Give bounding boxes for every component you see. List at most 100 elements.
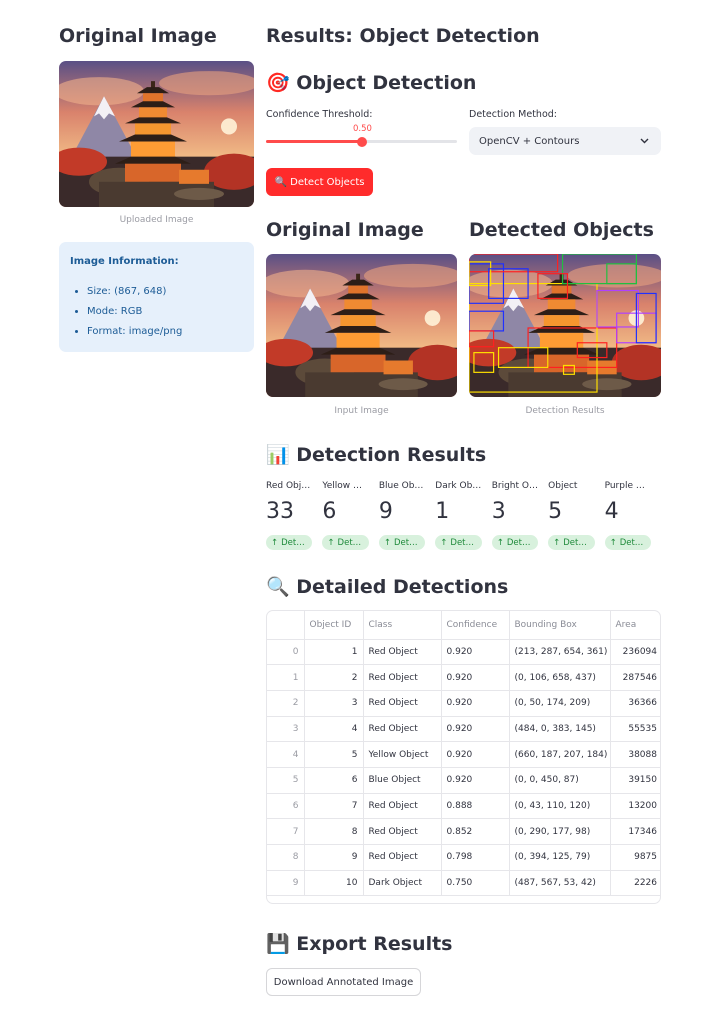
table-row[interactable]: 7 8 Red Object 0.852 (0, 290, 177, 98) 17346 [267,818,660,845]
table-cell[interactable]: 36366 [610,690,660,717]
table-cell[interactable]: 0.920 [441,664,510,691]
table-cell[interactable]: Red Object [363,844,442,871]
method-select-value: OpenCV + Contours [479,135,580,147]
col-bounding-box[interactable]: Bounding Box [509,611,611,640]
table-cell[interactable]: Red Object [363,818,442,845]
col-area[interactable]: Area [610,611,660,640]
table-cell[interactable]: (213, 287, 654, 361) [509,639,611,666]
table-cell[interactable]: 0.798 [441,844,510,871]
table-cell[interactable]: (487, 567, 53, 42) [509,870,611,897]
table-row[interactable]: 0 1 Red Object 0.920 (213, 287, 654, 361) 236… [267,639,660,666]
table-cell[interactable]: 6 [304,767,364,794]
table-cell[interactable]: 38088 [610,741,660,768]
table-cell[interactable]: (0, 50, 174, 209) [509,690,611,717]
left-title: Original Image [59,25,217,47]
table-cell[interactable]: 1 [304,639,364,666]
table-cell[interactable]: 0.920 [441,741,510,768]
download-annotated-image-button[interactable]: Download Annotated Image [266,968,421,996]
col-class[interactable]: Class [363,611,442,640]
table-cell[interactable]: (0, 394, 125, 79) [509,844,611,871]
table-cell[interactable]: Red Object [363,716,442,743]
table-row[interactable]: 4 5 Yellow Object 0.920 (660, 187, 207, 184)… [267,741,660,768]
table-cell[interactable]: 3 [304,690,364,717]
table-cell[interactable]: (660, 187, 207, 184) [509,741,611,768]
export-results-header: 💾 Export Results [266,933,453,955]
table-cell[interactable]: 1 [267,664,305,691]
table-cell[interactable]: 8 [267,844,305,871]
table-cell[interactable]: Yellow Object [363,741,442,768]
table-cell[interactable]: 7 [304,793,364,820]
table-cell[interactable]: 0.888 [441,793,510,820]
detect-objects-button[interactable]: 🔍 Detect Objects [266,168,373,196]
table-cell[interactable]: 0.920 [441,767,510,794]
method-select[interactable]: OpenCV + Contours [469,127,661,155]
metric-delta-text: Detected [506,537,533,548]
metric-delta-text: Detected [563,537,589,548]
table-cell[interactable]: 0.920 [441,716,510,743]
table-cell[interactable]: 0.750 [441,870,510,897]
table-cell[interactable]: 0.920 [441,690,510,717]
detections-table[interactable]: Object ID Class Confidence Bounding Box … [266,610,661,904]
table-cell[interactable]: Red Object [363,793,442,820]
table-row[interactable]: 6 7 Red Object 0.888 (0, 43, 110, 120) 13200 [267,793,660,820]
table-cell[interactable]: 10 [304,870,364,897]
metric-value: 1 [435,499,450,524]
table-cell[interactable]: Dark Object [363,870,442,897]
table-row[interactable]: 9 10 Dark Object 0.750 (487, 567, 53, 42) 222… [267,870,660,897]
download-button-label: Download Annotated Image [273,976,414,988]
col-object-id[interactable]: Object ID [304,611,364,640]
table-cell[interactable]: 0.920 [441,639,510,666]
table-row[interactable]: 1 2 Red Object 0.920 (0, 106, 658, 437) 28754… [267,664,660,691]
table-cell[interactable]: 5 [267,767,305,794]
metric-delta: ↑Detected [604,535,651,550]
table-cell[interactable]: 2 [267,690,305,717]
table-cell[interactable]: 0.852 [441,818,510,845]
col-index[interactable] [267,611,305,640]
metric-value: 3 [491,499,506,524]
table-cell[interactable]: 9875 [610,844,660,871]
info-format: Format: image/png [87,326,182,337]
table-cell[interactable]: (0, 43, 110, 120) [509,793,611,820]
table-cell[interactable]: 9 [304,844,364,871]
table-cell[interactable]: 3 [267,716,305,743]
arrow-up-icon: ↑ [553,537,561,548]
table-cell[interactable]: 17346 [610,818,660,845]
table-cell[interactable]: (0, 106, 658, 437) [509,664,611,691]
table-cell[interactable]: 4 [304,716,364,743]
uploaded-image-caption: Uploaded Image [119,215,194,225]
table-cell[interactable]: 6 [267,793,305,820]
table-cell[interactable]: Blue Object [363,767,442,794]
table-cell[interactable]: 13200 [610,793,660,820]
table-cell[interactable]: (0, 0, 450, 87) [509,767,611,794]
table-cell[interactable]: (0, 290, 177, 98) [509,818,611,845]
table-cell[interactable]: 2226 [610,870,660,897]
table-cell[interactable]: 9 [267,870,305,897]
original-image-title: Original Image [266,219,424,241]
table-cell[interactable]: 2 [304,664,364,691]
table-cell[interactable]: 0 [267,639,305,666]
arrow-up-icon: ↑ [609,537,617,548]
metric-delta-text: Detected [619,537,646,548]
table-cell[interactable]: Red Object [363,664,442,691]
table-row[interactable]: 2 3 Red Object 0.920 (0, 50, 174, 209) 36366 [267,690,660,717]
table-cell[interactable]: 7 [267,818,305,845]
table-cell[interactable]: 5 [304,741,364,768]
col-confidence[interactable]: Confidence [441,611,510,640]
table-cell[interactable]: 8 [304,818,364,845]
arrow-up-icon: ↑ [271,537,279,548]
table-row[interactable]: 5 6 Blue Object 0.920 (0, 0, 450, 87) 39150 [267,767,660,794]
table-cell[interactable]: 4 [267,741,305,768]
table-cell[interactable]: 287546 [610,664,660,691]
table-cell[interactable]: Red Object [363,690,442,717]
table-row[interactable]: 3 4 Red Object 0.920 (484, 0, 383, 145) 55535 [267,716,660,743]
table-cell[interactable]: 55535 [610,716,660,743]
table-row[interactable]: 8 9 Red Object 0.798 (0, 394, 125, 79) 9875 [267,844,660,871]
table-cell[interactable]: Red Object [363,639,442,666]
confidence-slider-thumb[interactable] [356,137,367,147]
metric-delta: ↑Detected [378,535,426,550]
metric-delta: ↑Detected [266,535,313,550]
table-cell[interactable]: 39150 [610,767,660,794]
metric-value: 4 [604,499,619,524]
table-cell[interactable]: 236094 [610,639,660,666]
table-cell[interactable]: (484, 0, 383, 145) [509,716,611,743]
